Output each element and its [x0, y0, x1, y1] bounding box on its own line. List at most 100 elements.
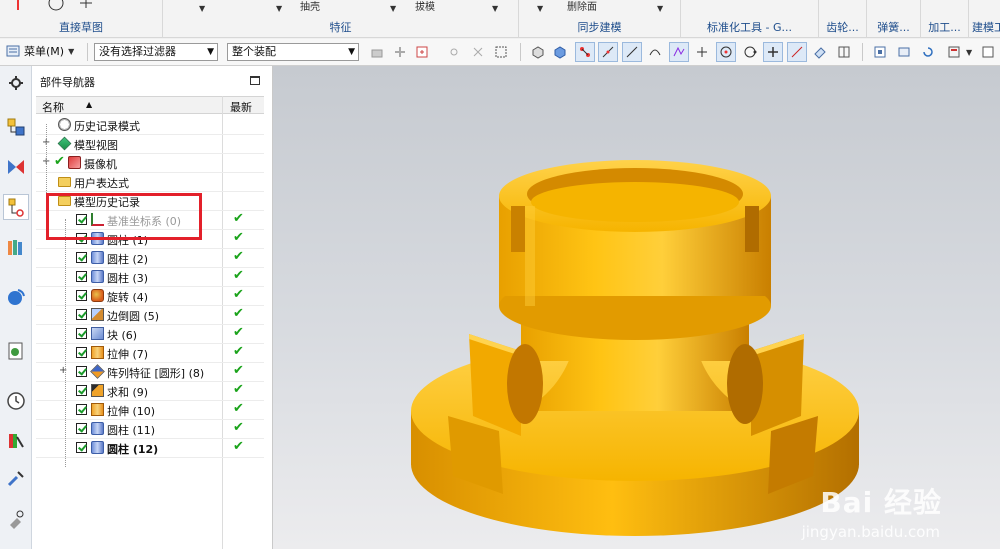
dropdown-caret-icon[interactable]: ▼	[537, 4, 543, 13]
process-studio-icon[interactable]	[3, 466, 29, 492]
quick-pick-icon[interactable]	[468, 42, 488, 62]
menu-button[interactable]: 菜单(M) ▼	[6, 43, 74, 59]
shaded-view-icon[interactable]	[528, 42, 548, 62]
snap-point-on-face-icon[interactable]	[810, 42, 830, 62]
snap-curve-icon[interactable]	[645, 42, 665, 62]
dropdown-caret-icon[interactable]: ▼	[199, 4, 205, 13]
tree-node[interactable]: 旋转 (4) ✔	[36, 286, 264, 305]
feature-suppress-checkbox[interactable]	[76, 366, 87, 377]
snap-endpoint-icon[interactable]	[575, 42, 595, 62]
system-materials-icon[interactable]	[3, 428, 29, 454]
rotate-view-icon[interactable]	[918, 42, 938, 62]
draft-button[interactable]: 拔模	[415, 0, 435, 13]
feature-suppress-checkbox[interactable]	[76, 328, 87, 339]
expand-node-icon[interactable]: +	[59, 365, 67, 376]
select-feature-icon[interactable]	[367, 42, 387, 62]
baidu-watermark-logo: Bai 经验	[820, 486, 942, 519]
selection-filter-dropdown[interactable]: 没有选择过滤器 ▼	[94, 43, 218, 61]
snap-point-on-curve-icon[interactable]	[787, 42, 807, 62]
tree-node[interactable]: 圆柱 (3) ✔	[36, 267, 264, 286]
zoom-icon[interactable]	[894, 42, 914, 62]
dropdown-arrow-icon: ▼	[348, 47, 355, 57]
snap-bounded-grid-icon[interactable]	[834, 42, 854, 62]
ribbon-group-sync-modeling: ▼ 删除面 ▼ 同步建模	[519, 0, 681, 38]
visible-check-icon[interactable]: ✔	[54, 154, 65, 169]
rectangle-select-icon[interactable]	[491, 42, 511, 62]
tree-node[interactable]: 求和 (9) ✔	[36, 381, 264, 400]
shell-button[interactable]: 抽壳	[300, 0, 320, 13]
tree-node[interactable]: 圆柱 (12) ✔	[36, 438, 264, 457]
tree-node[interactable]: 拉伸 (10) ✔	[36, 400, 264, 419]
assembly-navigator-icon[interactable]	[3, 114, 29, 140]
more-tools-icon[interactable]	[978, 42, 998, 62]
part-navigator-icon[interactable]	[3, 194, 29, 220]
revolve-icon	[91, 289, 104, 302]
delete-face-button[interactable]: 删除面	[567, 0, 597, 13]
column-latest-header[interactable]: 最新	[230, 99, 252, 115]
manufacturing-wizard-icon[interactable]	[3, 506, 29, 532]
tree-node[interactable]: 历史记录模式	[36, 115, 264, 134]
assembly-scope-dropdown[interactable]: 整个装配 ▼	[227, 43, 359, 61]
dropdown-caret-icon[interactable]: ▼	[657, 4, 663, 13]
history-icon[interactable]	[3, 388, 29, 414]
select-component-icon[interactable]	[412, 42, 432, 62]
resource-settings-gear-icon[interactable]	[3, 70, 29, 96]
tree-node[interactable]: 圆柱 (2) ✔	[36, 248, 264, 267]
fit-view-icon[interactable]	[870, 42, 890, 62]
latest-status-check-icon: ✔	[233, 230, 244, 245]
feature-suppress-checkbox[interactable]	[76, 385, 87, 396]
ribbon-group-label: 特征	[329, 21, 352, 34]
ribbon-group-standard-tools[interactable]: 标准化工具 - G...	[681, 0, 819, 38]
snap-arc-center-icon[interactable]	[716, 42, 736, 62]
feature-suppress-checkbox[interactable]	[76, 347, 87, 358]
maximize-icon[interactable]	[250, 76, 260, 85]
solid-body-icon[interactable]	[550, 42, 570, 62]
ribbon-group-modeling-tools[interactable]: 建模工	[969, 0, 1000, 38]
feature-suppress-checkbox[interactable]	[76, 404, 87, 415]
feature-suppress-checkbox[interactable]	[76, 271, 87, 282]
feature-suppress-checkbox[interactable]	[76, 290, 87, 301]
dropdown-caret-icon[interactable]: ▼	[276, 4, 282, 13]
snap-existing-point-icon[interactable]	[763, 42, 783, 62]
snap-on-curve-icon[interactable]	[622, 42, 642, 62]
sort-ascending-icon[interactable]: ▲	[86, 100, 92, 109]
feature-suppress-checkbox[interactable]	[76, 423, 87, 434]
edge-blend-icon	[91, 308, 104, 321]
reuse-library-icon[interactable]	[3, 234, 29, 260]
snap-intersection-icon[interactable]	[692, 42, 712, 62]
dropdown-caret-icon[interactable]: ▼	[966, 48, 972, 57]
tree-node[interactable]: + ✔ 摄像机	[36, 153, 264, 172]
latest-status-check-icon: ✔	[233, 268, 244, 283]
ribbon-group-machining[interactable]: 加工...	[921, 0, 969, 38]
snap-quadrant-icon[interactable]	[740, 42, 760, 62]
constraint-navigator-icon[interactable]	[3, 154, 29, 180]
tree-node[interactable]: + 阵列特征 [圆形] (8) ✔	[36, 362, 264, 381]
feature-suppress-checkbox[interactable]	[76, 309, 87, 320]
tree-node[interactable]: 圆柱 (11) ✔	[36, 419, 264, 438]
tree-node[interactable]: 边倒圆 (5) ✔	[36, 305, 264, 324]
layer-settings-icon[interactable]	[944, 42, 964, 62]
tree-node[interactable]: + 模型视图	[36, 134, 264, 153]
latest-status-check-icon: ✔	[233, 401, 244, 416]
web-browser-icon[interactable]	[3, 338, 29, 364]
dropdown-caret-icon[interactable]: ▼	[492, 4, 498, 13]
graphics-viewport[interactable]: Bai 经验 jingyan.baidu.com	[273, 66, 1000, 549]
feature-suppress-checkbox[interactable]	[76, 442, 87, 453]
snap-point-icon[interactable]	[444, 42, 464, 62]
tree-node[interactable]: 块 (6) ✔	[36, 324, 264, 343]
ribbon-group-direct-sketch: 直接草图	[0, 0, 163, 38]
tree-node-label: 拉伸 (7)	[107, 348, 149, 361]
ribbon-group-gear[interactable]: 齿轮...	[819, 0, 867, 38]
hd3d-tools-icon[interactable]	[3, 284, 29, 310]
3d-model-part[interactable]	[273, 66, 1000, 549]
snap-midpoint-icon[interactable]	[598, 42, 618, 62]
dropdown-caret-icon[interactable]: ▼	[390, 4, 396, 13]
select-settings-icon[interactable]	[390, 42, 410, 62]
snap-control-point-icon[interactable]	[669, 42, 689, 62]
tree-node[interactable]: 拉伸 (7) ✔	[36, 343, 264, 362]
feature-suppress-checkbox[interactable]	[76, 252, 87, 263]
ribbon-group-spring[interactable]: 弹簧...	[867, 0, 921, 38]
toolbar-separator	[87, 43, 88, 61]
tree-node[interactable]: 用户表达式	[36, 172, 264, 191]
column-name-header[interactable]: 名称	[42, 99, 64, 115]
